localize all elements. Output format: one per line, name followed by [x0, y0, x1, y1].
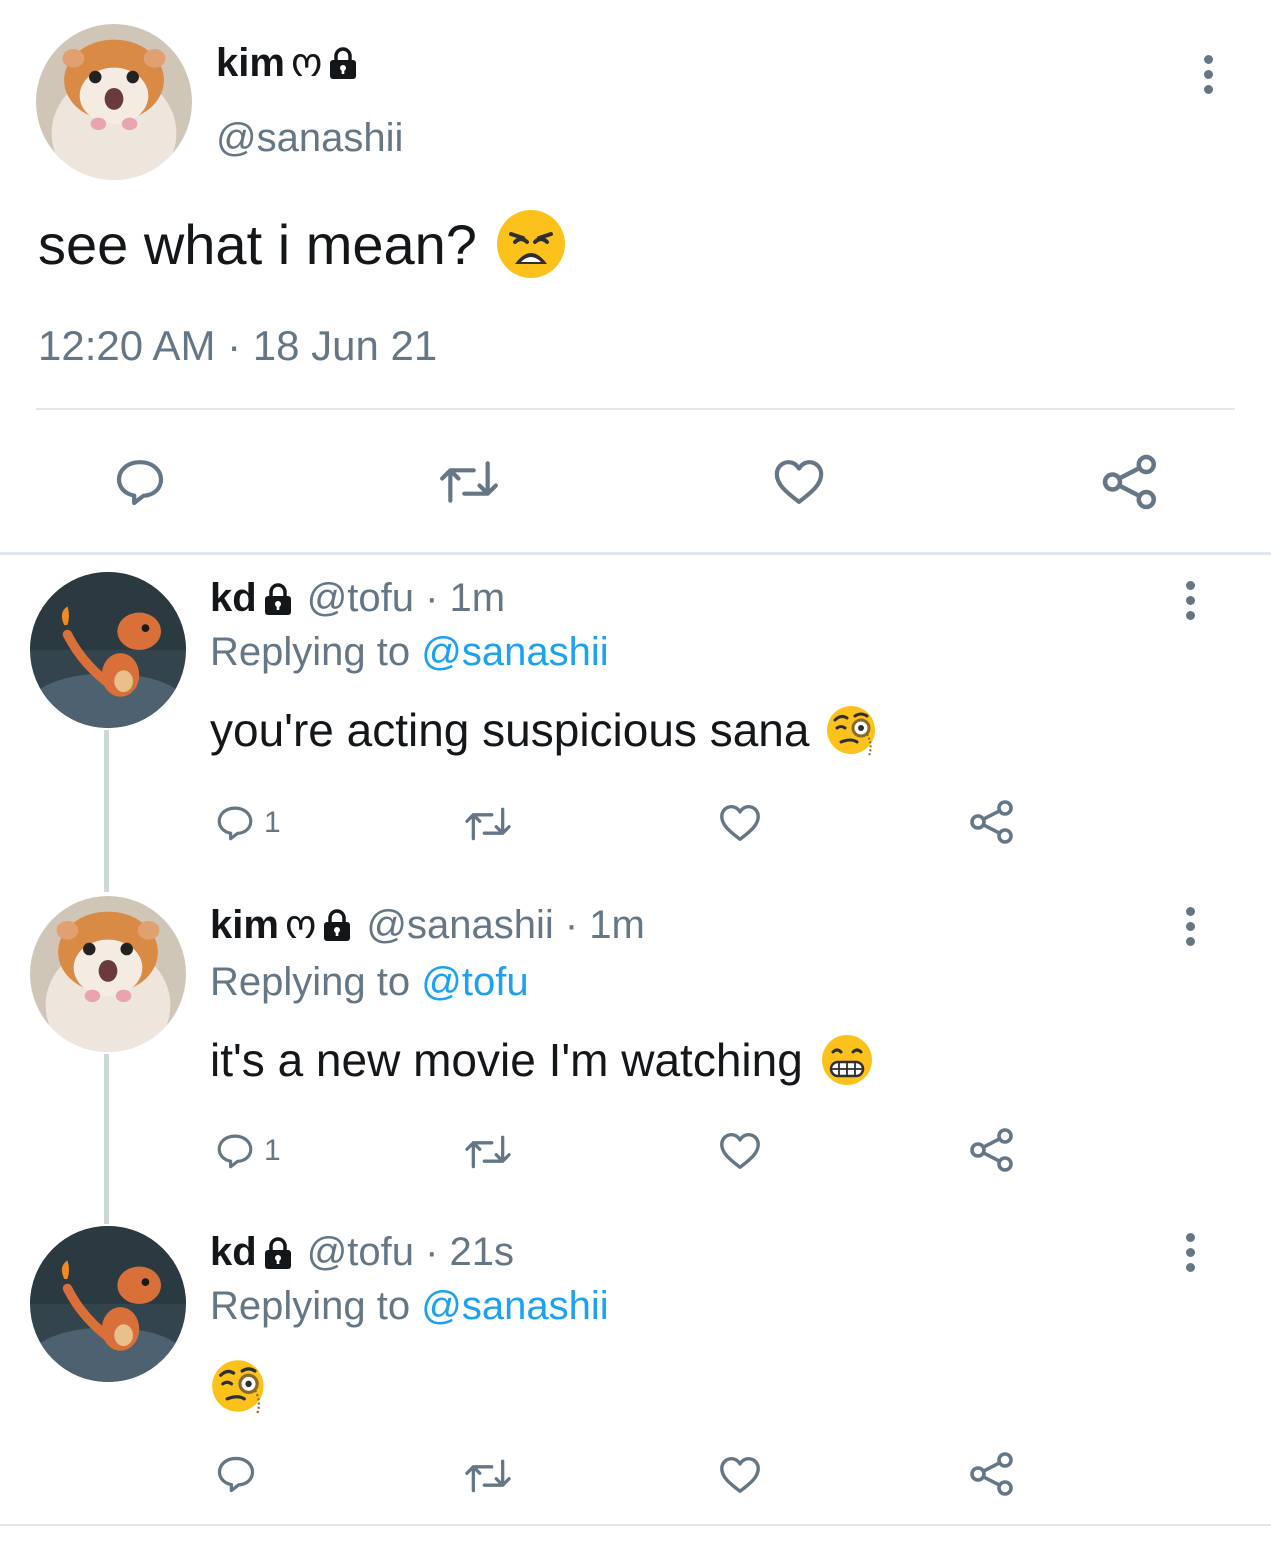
retweet-button[interactable]	[462, 1130, 514, 1174]
name-symbol: ო	[284, 903, 317, 947]
bottom-divider	[0, 1524, 1271, 1526]
tweet-body: you're acting suspicious sana	[210, 704, 810, 756]
share-icon	[970, 800, 1013, 844]
display-name: kim	[216, 40, 285, 85]
retweet-icon	[465, 807, 511, 841]
face-with-monocle-icon	[825, 702, 881, 758]
retweet-button[interactable]	[436, 454, 502, 510]
retweet-icon	[440, 461, 498, 503]
more-options-icon[interactable]	[1170, 1222, 1210, 1282]
reply-text: you're acting suspicious sana	[210, 702, 881, 758]
lock-icon	[263, 1236, 293, 1270]
like-button[interactable]	[770, 454, 828, 510]
reply-avatar[interactable]	[30, 896, 186, 1052]
reply-button[interactable]: 1	[214, 1130, 281, 1172]
lock-icon	[263, 582, 293, 616]
thread-line	[104, 1054, 109, 1224]
replying-prefix: Replying to	[210, 960, 422, 1004]
retweet-button[interactable]	[462, 802, 514, 846]
charmander-avatar	[30, 572, 186, 728]
share-button[interactable]	[968, 1126, 1016, 1174]
share-button[interactable]	[968, 798, 1016, 846]
reply-icon	[116, 460, 164, 506]
lock-icon	[322, 908, 352, 942]
like-button[interactable]	[716, 1128, 764, 1174]
hamster-avatar	[36, 24, 192, 180]
reply-count: 1	[264, 806, 281, 839]
heart-icon	[720, 1132, 760, 1170]
section-divider	[0, 552, 1271, 555]
handle-and-time[interactable]: @tofu · 21s	[307, 1230, 514, 1275]
replying-to: Replying to @tofu	[210, 960, 529, 1005]
face-with-monocle-icon	[210, 1356, 270, 1416]
reply-header: kim ო @sanashii · 1m	[210, 902, 645, 948]
reply-button[interactable]: 1	[214, 802, 281, 844]
reply-icon	[217, 806, 253, 841]
handle-and-time[interactable]: @tofu · 1m	[307, 576, 505, 621]
reply-avatar[interactable]	[30, 572, 186, 728]
reply-avatar[interactable]	[30, 1226, 186, 1382]
more-options-icon[interactable]	[1188, 44, 1228, 104]
share-icon	[970, 1452, 1013, 1496]
replying-to: Replying to @sanashii	[210, 630, 609, 675]
mention-link[interactable]: @tofu	[421, 960, 528, 1004]
reply-button[interactable]	[214, 1452, 258, 1496]
display-name[interactable]: kim	[210, 903, 279, 948]
name-symbol: ო	[290, 41, 323, 85]
handle-and-time[interactable]: @sanashii · 1m	[366, 903, 644, 948]
replying-prefix: Replying to	[210, 1284, 422, 1328]
main-tweet-timestamp[interactable]: 12:20 AM · 18 Jun 21	[38, 322, 437, 370]
display-name[interactable]: kd	[210, 576, 257, 621]
mention-link[interactable]: @sanashii	[421, 630, 608, 674]
more-options-icon[interactable]	[1170, 570, 1210, 630]
retweet-button[interactable]	[462, 1454, 514, 1498]
hamster-avatar	[30, 896, 186, 1052]
heart-icon	[720, 804, 760, 842]
replying-to: Replying to @sanashii	[210, 1284, 609, 1329]
reply-icon	[217, 1134, 253, 1169]
share-icon	[970, 1128, 1013, 1172]
reply-header: kd @tofu · 21s	[210, 1230, 514, 1275]
share-button[interactable]	[968, 1450, 1016, 1498]
main-tweet-text: see what i mean?	[38, 208, 567, 280]
reply-icon	[217, 1456, 255, 1493]
main-author-handle[interactable]: @sanashii	[216, 116, 403, 161]
grimacing-face-icon	[819, 1032, 875, 1088]
reply-header: kd @tofu · 1m	[210, 576, 505, 621]
weary-face-icon	[495, 208, 567, 280]
share-icon	[1102, 454, 1156, 510]
heart-icon	[720, 1456, 760, 1494]
reply-text: it's a new movie I'm watching	[210, 1032, 875, 1088]
lock-icon	[328, 46, 358, 80]
more-options-icon[interactable]	[1170, 896, 1210, 956]
tweet-body: see what i mean?	[38, 212, 477, 276]
share-button[interactable]	[1100, 452, 1160, 512]
main-avatar[interactable]	[36, 24, 192, 180]
charmander-avatar	[30, 1226, 186, 1382]
thread-line	[104, 730, 109, 892]
like-button[interactable]	[716, 1452, 764, 1498]
replying-prefix: Replying to	[210, 630, 422, 674]
divider	[36, 408, 1235, 410]
main-author-name[interactable]: kim ო	[216, 40, 358, 86]
reply-button[interactable]	[112, 454, 168, 510]
tweet-body: it's a new movie I'm watching	[210, 1034, 803, 1086]
reply-text	[210, 1356, 270, 1416]
reply-count: 1	[264, 1134, 281, 1167]
display-name[interactable]: kd	[210, 1230, 257, 1275]
retweet-icon	[465, 1135, 511, 1169]
like-button[interactable]	[716, 800, 764, 846]
heart-icon	[774, 460, 824, 504]
retweet-icon	[465, 1459, 511, 1493]
mention-link[interactable]: @sanashii	[421, 1284, 608, 1328]
